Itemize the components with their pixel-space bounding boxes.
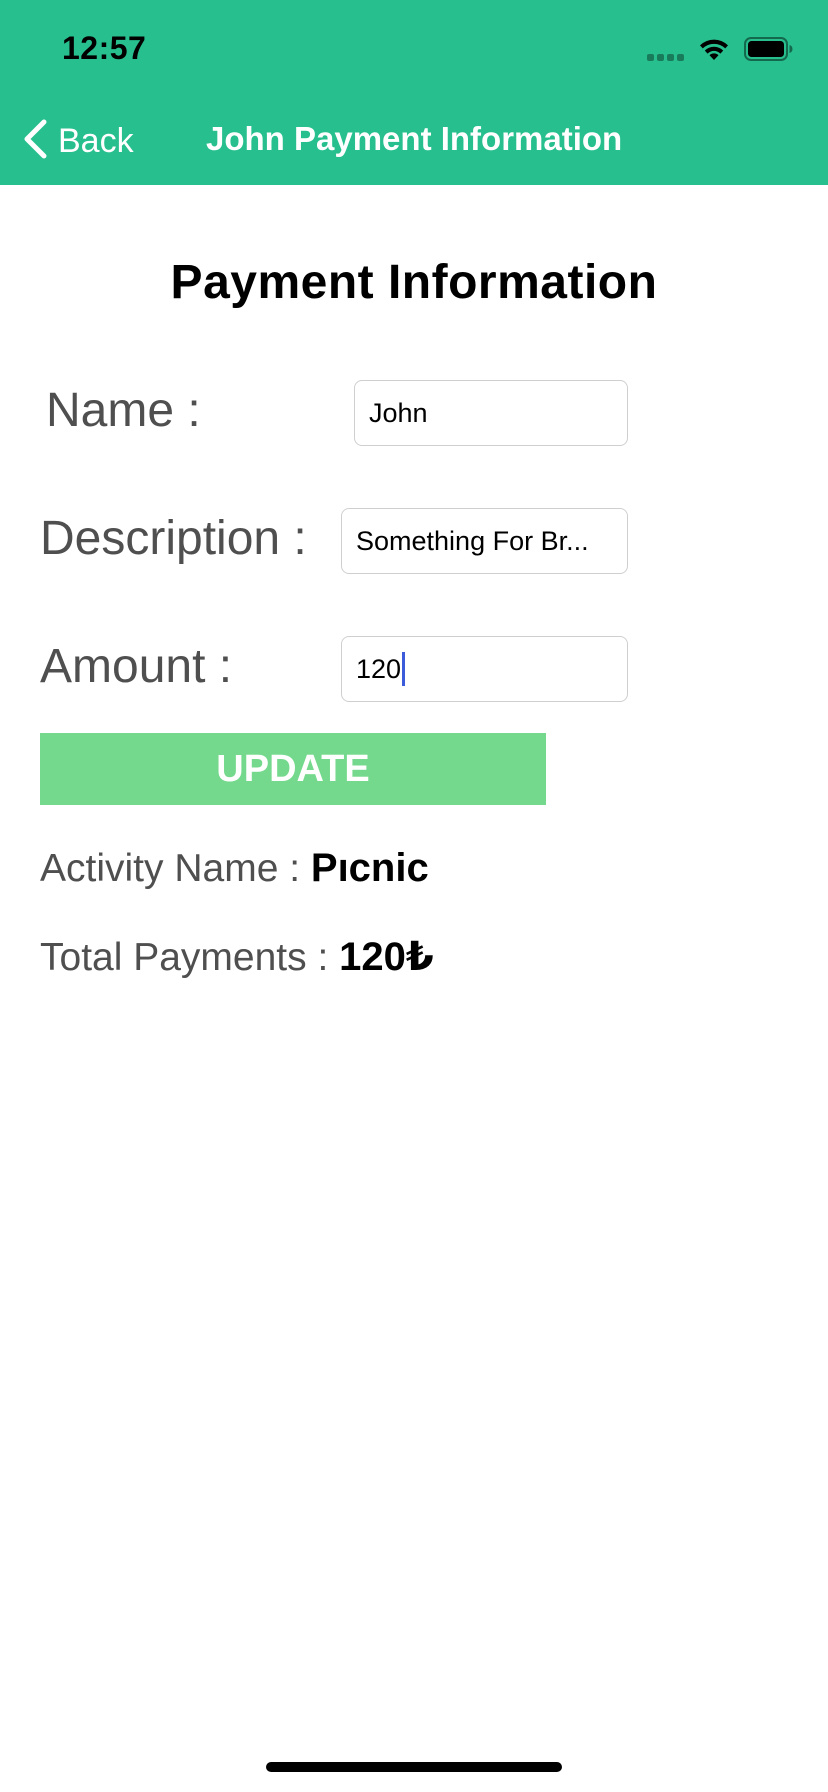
total-payments-value: 120₺ bbox=[339, 935, 434, 979]
signal-icon bbox=[647, 41, 684, 61]
total-payments-label: Total Payments : bbox=[40, 936, 340, 979]
chevron-left-icon bbox=[22, 119, 48, 164]
activity-name-row: Activity Name : Pıcnic bbox=[40, 846, 429, 891]
page-title: Payment Information bbox=[170, 256, 658, 309]
status-icons bbox=[647, 36, 794, 66]
total-payments-row: Total Payments : 120₺ bbox=[40, 934, 434, 980]
activity-name-value: Pıcnic bbox=[310, 846, 429, 890]
description-input-value: Something For Br... bbox=[356, 525, 589, 556]
name-label: Name : bbox=[46, 384, 201, 437]
nav-title: John Payment Information bbox=[206, 120, 623, 157]
update-button[interactable]: UPDATE bbox=[40, 733, 546, 805]
battery-icon bbox=[744, 36, 794, 67]
amount-input-value: 120 bbox=[356, 653, 402, 684]
back-label: Back bbox=[58, 121, 134, 160]
description-input[interactable]: Something For Br... bbox=[341, 508, 628, 574]
description-label: Description : bbox=[40, 512, 307, 565]
amount-input[interactable]: 120 bbox=[341, 636, 628, 702]
home-indicator bbox=[266, 1762, 562, 1772]
navigation-header: 12:57 Back John Payment Information bbox=[0, 0, 828, 185]
activity-name-label: Activity Name : bbox=[40, 847, 311, 890]
status-time: 12:57 bbox=[62, 30, 147, 66]
text-cursor bbox=[402, 652, 406, 686]
amount-label: Amount : bbox=[40, 640, 233, 693]
back-button[interactable]: Back bbox=[22, 118, 134, 164]
name-input[interactable]: John bbox=[354, 380, 628, 446]
screen: 12:57 Back John Payment Information Paym… bbox=[0, 0, 828, 1792]
name-input-value: John bbox=[369, 397, 428, 428]
wifi-icon bbox=[698, 36, 730, 67]
